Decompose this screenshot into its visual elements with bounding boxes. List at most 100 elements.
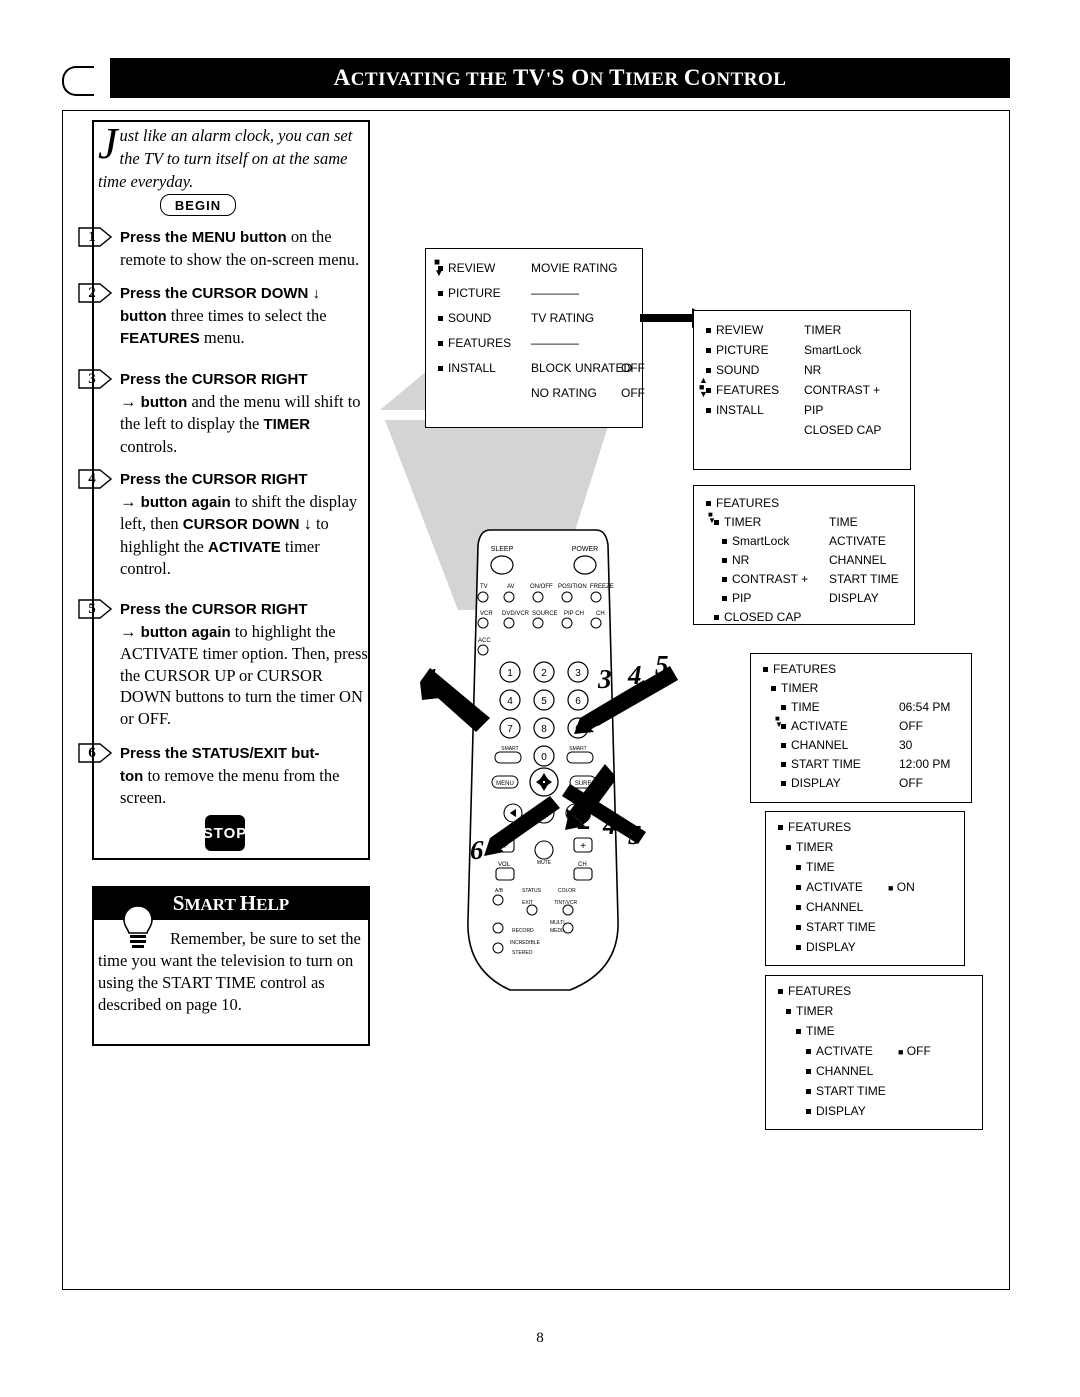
step-4-bold-4: ACTIVATE (208, 538, 281, 556)
smart-help-title: SMART HELP (172, 890, 290, 915)
svg-text:TV: TV (480, 584, 488, 590)
osd-menu-2: REVIEW PICTURE SOUND FEATURES INSTALL TI… (693, 310, 911, 470)
osd3-bullet-0 (706, 501, 711, 506)
osd5-activate-value: ON (896, 880, 915, 894)
osd2-item-2: SOUND (716, 363, 760, 377)
osd2-right-2: NR (804, 363, 822, 377)
svg-text:A/B: A/B (495, 888, 504, 894)
step-3-bold-2: button (136, 393, 188, 411)
osd1-right-5: NO RATING (531, 386, 597, 400)
osd2-right-5: CLOSED CAP (804, 423, 882, 437)
osd2-item-1: PICTURE (716, 343, 769, 357)
page-corner-mark (62, 66, 94, 96)
step-1-number: 1 (88, 229, 96, 245)
begin-badge: BEGIN (160, 194, 236, 216)
osd3-right-4: DISPLAY (829, 591, 879, 605)
osd3-bullet-5 (722, 596, 727, 601)
osd3-bullet-6 (714, 615, 719, 620)
osd3-bullet-2 (722, 539, 727, 544)
osd6-item-4: CHANNEL (816, 1064, 874, 1078)
step-3-bold-3: TIMER (263, 416, 311, 433)
svg-text:POWER: POWER (572, 546, 598, 553)
osd2-bullet-0 (706, 328, 711, 333)
osd3-item-5: PIP (732, 591, 752, 605)
osd3-item-0: FEATURES (716, 496, 780, 510)
osd5-item-0: FEATURES (788, 820, 852, 834)
step-2: 2 Press the CURSOR DOWN ↓ button three t… (78, 282, 368, 350)
osd3-cursor-icon: ■ ▼ (708, 510, 716, 525)
svg-text:AV: AV (507, 584, 515, 590)
osd2-right-4: PIP (804, 403, 824, 417)
osd6-bullet-4 (806, 1069, 811, 1074)
osd4-value-2: 30 (899, 738, 913, 752)
osd4-item-2: TIME (791, 700, 820, 714)
osd1-item-4: INSTALL (448, 361, 496, 375)
smart-help-text: Remember, be sure to set the time you wa… (98, 929, 361, 1014)
osd5-item-6: DISPLAY (806, 940, 856, 954)
svg-text:STATUS: STATUS (522, 888, 542, 894)
step-2-marker: 2 (78, 283, 112, 303)
osd3-item-3: NR (732, 553, 750, 567)
step-5: 5 Press the CURSOR RIGHT → button again … (78, 598, 368, 729)
step-2-bold-1: Press the CURSOR DOWN (120, 285, 309, 302)
step-3-bold-1: Press the CURSOR RIGHT (120, 371, 308, 388)
callout-arrow-45 (588, 666, 678, 726)
svg-text:VCR: VCR (480, 611, 493, 617)
osd1-cursor-icon: ■ ▼ (434, 257, 444, 279)
osd1-item-2: SOUND (448, 311, 492, 325)
osd3-bullet-3 (722, 558, 727, 563)
osd4-bullet-0 (763, 667, 768, 672)
osd1-bullet-2 (438, 316, 443, 321)
osd2-item-0: REVIEW (716, 323, 764, 337)
step-5-bold-2: button again (136, 623, 231, 641)
osd5-bullet-1 (786, 845, 791, 850)
step-2-number: 2 (88, 285, 96, 301)
callout-arrow-45b (562, 784, 646, 844)
osd5-item-4: CHANNEL (806, 900, 864, 914)
svg-text:CH: CH (596, 611, 605, 617)
callout-number-1: 1 (425, 663, 439, 693)
osd4-cursor-icon: ■ ▼ (775, 714, 783, 729)
svg-text:8: 8 (541, 724, 547, 735)
osd3-item-4: CONTRAST + (732, 572, 809, 586)
svg-text:DVD/VCR: DVD/VCR (502, 611, 530, 617)
osd2-bullet-4 (706, 408, 711, 413)
step-6-bold-1: Press the STATUS/EXIT but- (120, 745, 320, 762)
step-3-text-2: controls. (120, 436, 178, 456)
osd4-bullet-4 (781, 743, 786, 748)
step-4-bold-3: CURSOR DOWN (182, 516, 300, 533)
osd6-bullet-6 (806, 1109, 811, 1114)
osd1-right-3: ———— (531, 336, 579, 350)
osd6-bullet-3 (806, 1049, 811, 1054)
step-2-text-1: three times to select the (166, 305, 327, 325)
osd2-item-4: INSTALL (716, 403, 764, 417)
osd6-item-3: ACTIVATE (816, 1044, 873, 1058)
svg-text:COLOR: COLOR (558, 888, 576, 894)
osd6-item-6: DISPLAY (816, 1104, 866, 1118)
osd5-item-3: ACTIVATE (806, 880, 863, 894)
osd4-bullet-2 (781, 705, 786, 710)
step-4-bold-1: Press the CURSOR RIGHT (120, 471, 308, 488)
step-5-marker: 5 (78, 599, 112, 619)
intro-dropcap: J (98, 119, 118, 168)
osd5-bullet-5 (796, 925, 801, 930)
svg-text:5: 5 (541, 696, 547, 707)
page-header-bar: ACTIVATING THE TV'S ON TIMER CONTROL (110, 58, 1010, 98)
svg-text:2: 2 (541, 668, 547, 679)
osd6-bullet-2 (796, 1029, 801, 1034)
osd1-item-1: PICTURE (448, 286, 501, 300)
step-5-bold-1: Press the CURSOR RIGHT (120, 601, 308, 618)
step-4: 4 Press the CURSOR RIGHT → button again … (78, 468, 368, 580)
step-3: 3 Press the CURSOR RIGHT → button and th… (78, 368, 368, 457)
osd4-bullet-1 (771, 686, 776, 691)
begin-label: BEGIN (174, 197, 222, 213)
osd5-bullet-4 (796, 905, 801, 910)
osd2-right-3: CONTRAST + (804, 383, 881, 397)
osd-menu-1: REVIEW PICTURE SOUND FEATURES INSTALL MO… (425, 248, 645, 428)
osd2-bullet-2 (706, 368, 711, 373)
intro-text: ust like an alarm clock, you can set the… (98, 126, 353, 191)
osd5-item-1: TIMER (796, 840, 834, 854)
osd6-bullet-0 (778, 989, 783, 994)
svg-text:ON/OFF: ON/OFF (530, 584, 553, 590)
osd5-item-5: START TIME (806, 920, 876, 934)
